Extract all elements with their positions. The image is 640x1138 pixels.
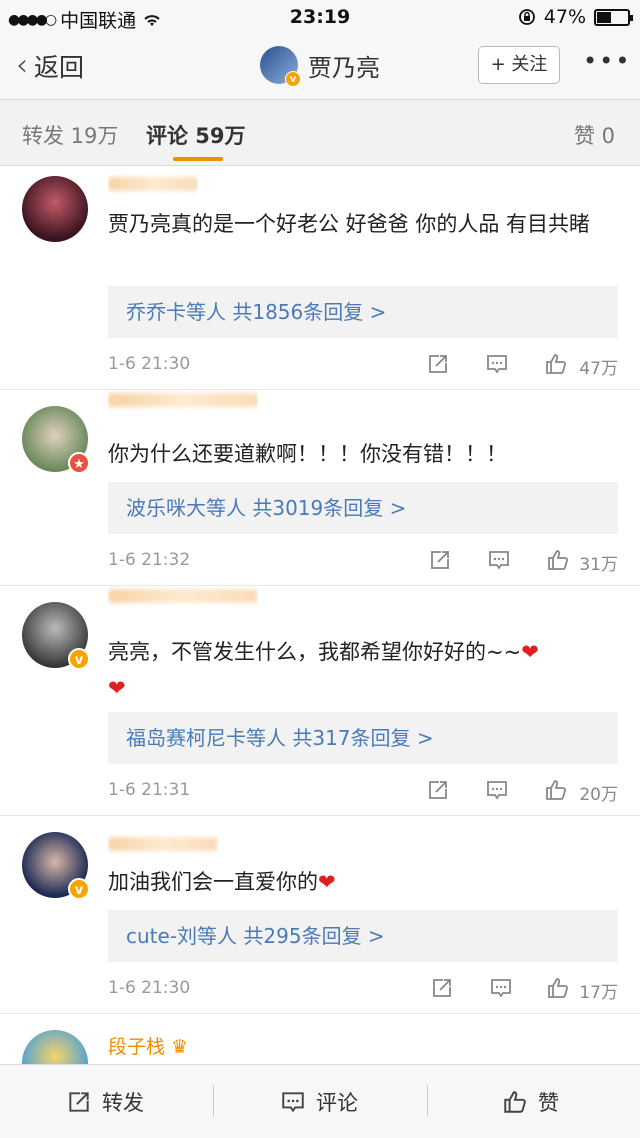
- comment-text: 贾乃亮真的是一个好老公 好爸爸 你的人品 有目共睹: [108, 212, 591, 236]
- active-tab-indicator: [173, 157, 223, 161]
- verified-icon: v: [68, 648, 90, 670]
- divider: [427, 1085, 428, 1117]
- verified-icon: v: [68, 878, 90, 900]
- comment-icon[interactable]: [485, 778, 509, 802]
- repost-icon[interactable]: [426, 352, 450, 376]
- nav-profile[interactable]: v 贾乃亮: [260, 46, 380, 87]
- repost-icon: [69, 1092, 89, 1112]
- status-right: 47%: [518, 6, 633, 28]
- verified-icon: ★: [68, 452, 90, 474]
- bottom-action-bar: 转发 评论 赞: [0, 1064, 640, 1138]
- username[interactable]: [108, 390, 258, 412]
- replies-link[interactable]: 波乐咪大等人 共3019条回复 >: [108, 482, 618, 534]
- comment-icon: [282, 1092, 304, 1113]
- avatar[interactable]: v: [22, 832, 90, 900]
- avatar[interactable]: v: [22, 602, 90, 670]
- comment-meta: 1-6 21:30 47万: [108, 350, 618, 380]
- heart-icon: ❤: [108, 676, 126, 700]
- like-label: 赞: [538, 1091, 559, 1115]
- battery-percent: 47%: [543, 6, 586, 28]
- chevron-left-icon: ‹: [16, 48, 28, 83]
- comment-meta: 1-6 21:32 31万: [108, 546, 618, 576]
- battery-icon: [594, 8, 633, 26]
- avatar[interactable]: [22, 1030, 88, 1064]
- comment-item: 段子栈 ♛: [0, 1014, 640, 1064]
- comment-time: 1-6 21:32: [108, 550, 191, 570]
- nav-bar: ‹ 返回 v 贾乃亮 + 关注 •••: [0, 34, 640, 100]
- like-icon[interactable]: [544, 352, 568, 376]
- like-icon: [504, 1091, 526, 1113]
- back-button[interactable]: ‹ 返回: [16, 48, 84, 84]
- username-text: 段子栈: [108, 1036, 166, 1058]
- like-count: 17万: [579, 983, 618, 1003]
- comment-label: 评论: [316, 1091, 358, 1115]
- comment-button[interactable]: 评论: [280, 1087, 358, 1117]
- replies-link[interactable]: 福岛赛柯尼卡等人 共317条回复 >: [108, 712, 618, 764]
- username[interactable]: [108, 834, 218, 856]
- comment-icon[interactable]: [487, 548, 511, 572]
- comment-item: 贾乃亮真的是一个好老公 好爸爸 你的人品 有目共睹 乔乔卡等人 共1856条回复…: [0, 166, 640, 390]
- comment-icon[interactable]: [489, 976, 513, 1000]
- heart-icon: ❤: [318, 870, 336, 894]
- comment-time: 1-6 21:30: [108, 978, 191, 998]
- comment-item: ★ 你为什么还要道歉啊！！！你没有错！！！ 波乐咪大等人 共3019条回复 > …: [0, 390, 640, 586]
- comment-time: 1-6 21:31: [108, 780, 191, 800]
- username[interactable]: [108, 174, 198, 196]
- repost-icon[interactable]: [426, 778, 450, 802]
- page-title: 贾乃亮: [308, 53, 380, 82]
- like-icon[interactable]: [544, 778, 568, 802]
- comment-meta: 1-6 21:31 20万: [108, 776, 618, 806]
- comment-item: v 亮亮，不管发生什么，我都希望你好好的~~❤ ❤ 福岛赛柯尼卡等人 共317条回…: [0, 586, 640, 816]
- username[interactable]: 段子栈 ♛: [108, 1032, 188, 1058]
- heart-icon: ❤: [521, 640, 539, 664]
- more-icon[interactable]: •••: [583, 47, 631, 75]
- divider: [213, 1085, 214, 1117]
- repost-icon[interactable]: [430, 976, 454, 1000]
- comment-text: 亮亮，不管发生什么，我都希望你好好的~~❤ ❤: [108, 634, 618, 706]
- repost-button[interactable]: 转发: [66, 1087, 144, 1117]
- username[interactable]: [108, 586, 258, 608]
- comment-text-content: 加油我们会一直爱你的: [108, 870, 318, 894]
- tab-bar: 转发 19万 评论 59万 赞 0: [0, 100, 640, 166]
- avatar[interactable]: v: [260, 46, 301, 87]
- tab-like[interactable]: 赞 0: [574, 120, 615, 150]
- tab-comment[interactable]: 评论 59万: [146, 120, 246, 150]
- follow-button[interactable]: + 关注: [478, 46, 560, 84]
- like-count: 47万: [579, 359, 618, 379]
- comment-time: 1-6 21:30: [108, 354, 191, 374]
- replies-link[interactable]: 乔乔卡等人 共1856条回复 >: [108, 286, 618, 338]
- comment-text-content: 亮亮，不管发生什么，我都希望你好好的~~: [108, 640, 522, 664]
- like-count: 20万: [579, 785, 618, 805]
- replies-link[interactable]: cute-刘等人 共295条回复 >: [108, 910, 618, 962]
- comment-icon[interactable]: [485, 352, 509, 376]
- tab-repost[interactable]: 转发 19万: [22, 120, 118, 150]
- back-label: 返回: [34, 53, 85, 82]
- like-count: 31万: [579, 555, 618, 575]
- repost-icon[interactable]: [428, 548, 452, 572]
- like-icon[interactable]: [546, 976, 570, 1000]
- comment-text: 你为什么还要道歉啊！！！你没有错！！！: [108, 442, 507, 466]
- comment-meta: 1-6 21:30 17万: [108, 974, 618, 1004]
- avatar[interactable]: [22, 176, 88, 242]
- like-button[interactable]: 赞: [502, 1087, 559, 1117]
- status-bar: ●●●●○ 中国联通 23:19 47%: [0, 0, 640, 34]
- comment-text: 加油我们会一直爱你的❤: [108, 864, 618, 900]
- avatar[interactable]: ★: [22, 406, 90, 474]
- crown-icon: ♛: [171, 1036, 189, 1058]
- comment-item: v 加油我们会一直爱你的❤ cute-刘等人 共295条回复 > 1-6 21:…: [0, 816, 640, 1014]
- repost-label: 转发: [102, 1091, 144, 1115]
- verified-icon: v: [285, 71, 301, 87]
- rotation-lock-icon: [518, 9, 535, 25]
- like-icon[interactable]: [546, 548, 570, 572]
